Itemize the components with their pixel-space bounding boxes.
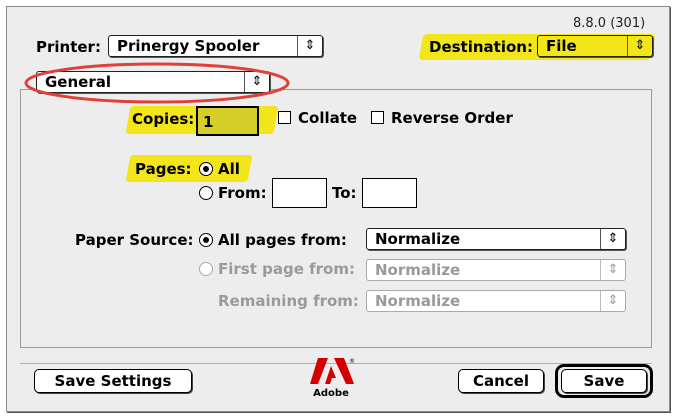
pages-to-label: To: — [332, 184, 357, 202]
pages-all-radio[interactable] — [199, 162, 213, 176]
reverse-order-checkbox[interactable] — [371, 111, 384, 124]
adobe-logo-text: Adobe — [313, 388, 349, 399]
save-button[interactable]: Save — [561, 369, 647, 393]
remaining-popup[interactable]: Normalize ⇕ — [366, 290, 626, 312]
pages-to-input[interactable] — [362, 178, 417, 208]
destination-popup[interactable]: File ⇕ — [537, 35, 653, 57]
destination-value: File — [546, 37, 577, 55]
all-pages-label: All pages from: — [218, 231, 347, 249]
first-page-popup[interactable]: Normalize ⇕ — [366, 259, 626, 281]
copies-value: 1 — [203, 113, 214, 131]
reverse-order-label: Reverse Order — [391, 109, 513, 127]
save-settings-button[interactable]: Save Settings — [34, 369, 192, 393]
version-label: 8.8.0 (301) — [573, 16, 646, 31]
pages-all-label: All — [218, 160, 240, 178]
collate-checkbox[interactable] — [278, 111, 291, 124]
up-down-arrows-icon: ⇕ — [627, 36, 652, 56]
first-page-radio[interactable] — [199, 262, 213, 276]
collate-label: Collate — [298, 109, 358, 127]
all-pages-radio[interactable] — [199, 233, 213, 247]
copies-label: Copies: — [132, 110, 195, 128]
annotation-circle — [24, 62, 290, 104]
cancel-button[interactable]: Cancel — [458, 369, 544, 393]
up-down-arrows-icon: ⇕ — [297, 36, 322, 56]
pages-from-radio[interactable] — [199, 186, 213, 200]
destination-label: Destination: — [429, 38, 533, 56]
adobe-logo-icon: ® Adobe — [308, 356, 356, 402]
first-page-value: Normalize — [375, 261, 461, 279]
up-down-arrows-icon: ⇕ — [600, 229, 625, 249]
pages-from-label: From: — [218, 184, 267, 202]
remaining-label: Remaining from: — [218, 292, 359, 310]
printer-value: Prinergy Spooler — [117, 37, 260, 55]
printer-label: Printer: — [36, 38, 101, 56]
up-down-arrows-icon: ⇕ — [600, 291, 625, 311]
pages-from-input[interactable] — [272, 178, 327, 208]
first-page-label: First page from: — [218, 260, 355, 278]
copies-input[interactable]: 1 — [196, 106, 259, 136]
all-pages-popup[interactable]: Normalize ⇕ — [366, 228, 626, 250]
pages-label: Pages: — [135, 160, 192, 178]
up-down-arrows-icon: ⇕ — [600, 260, 625, 280]
remaining-value: Normalize — [375, 292, 461, 310]
paper-source-label: Paper Source: — [75, 231, 194, 249]
svg-text:®: ® — [349, 358, 355, 365]
printer-popup[interactable]: Prinergy Spooler ⇕ — [108, 35, 323, 57]
all-pages-value: Normalize — [375, 230, 461, 248]
